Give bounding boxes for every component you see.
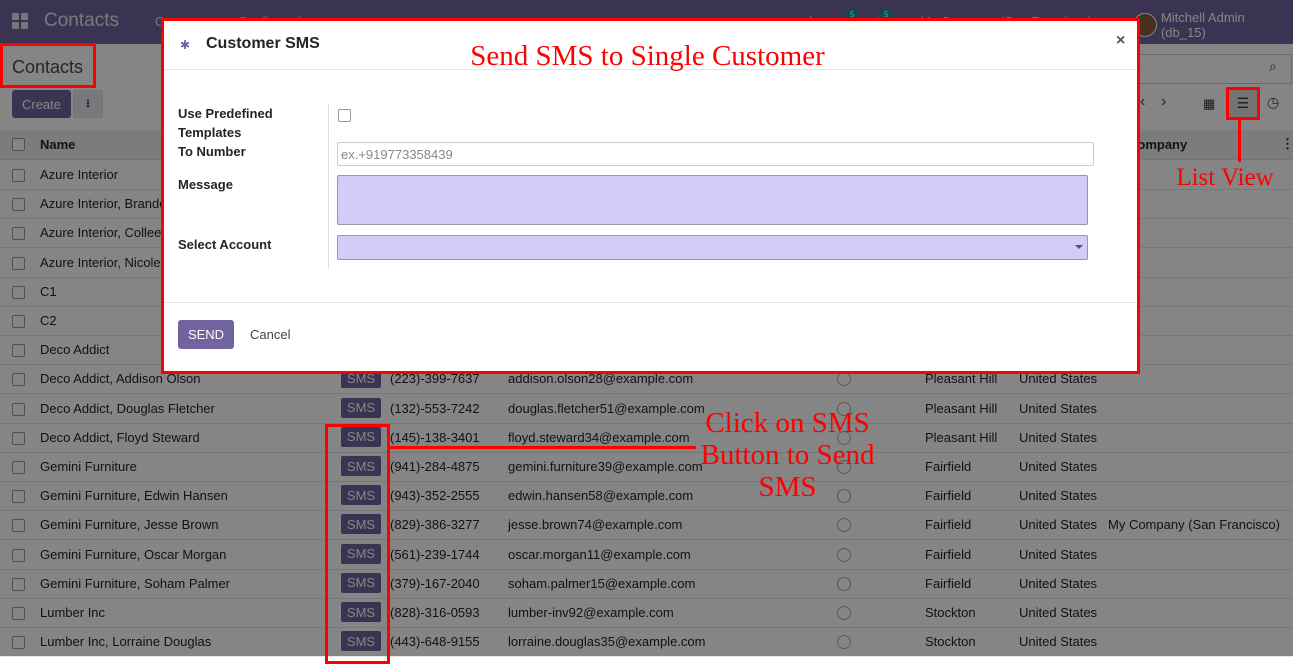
annotation-list-view-label: List View xyxy=(1176,164,1274,191)
annotation-list-view-box xyxy=(1226,87,1260,120)
annotation-click-sms-label: Click on SMS Button to Send SMS xyxy=(700,407,875,503)
annotation-breadcrumb-box xyxy=(0,43,96,88)
annotation-headline: Send SMS to Single Customer xyxy=(470,40,825,72)
annotation-sms-pointer xyxy=(390,446,696,449)
annotation-list-view-pointer xyxy=(1238,120,1241,162)
annotation-sms-column-box xyxy=(325,424,390,664)
